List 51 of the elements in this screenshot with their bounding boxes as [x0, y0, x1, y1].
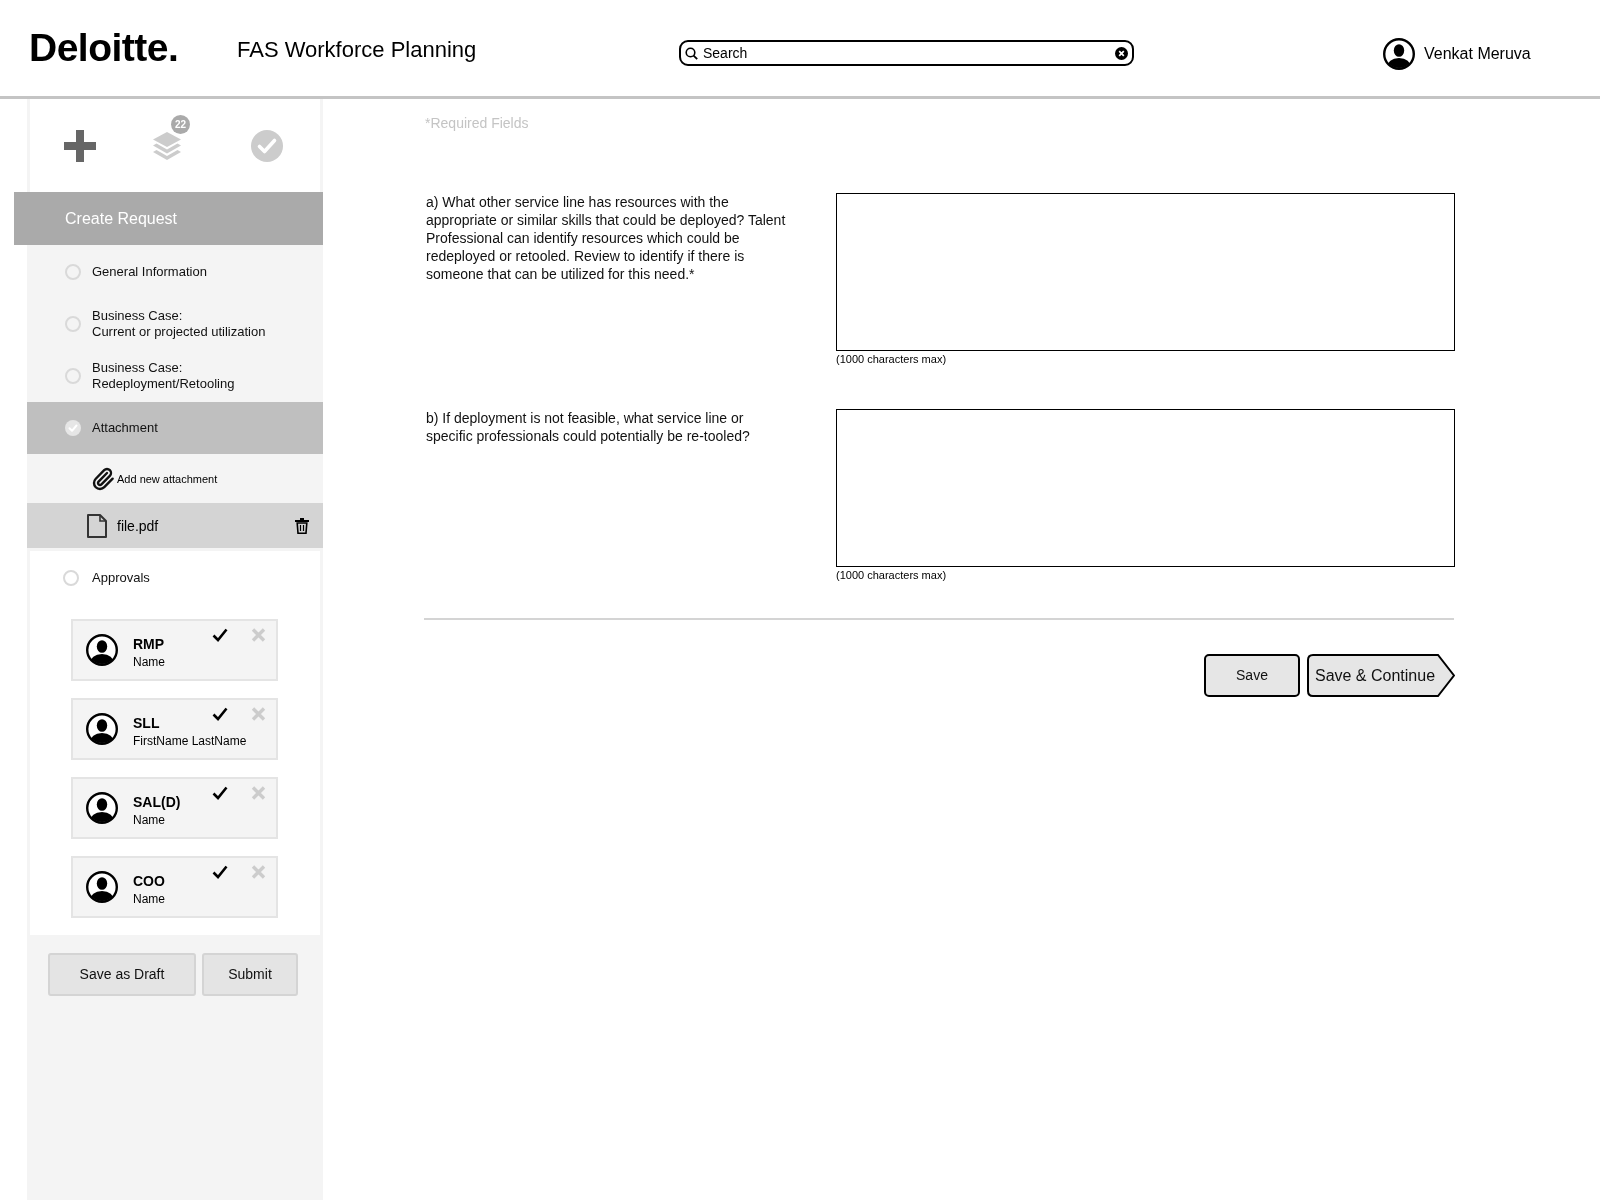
check-icon[interactable]	[212, 786, 228, 800]
step-item[interactable]: General Information	[27, 246, 323, 298]
approver-role: SAL(D)	[133, 794, 181, 811]
search-icon	[685, 46, 698, 60]
avatar-icon	[86, 634, 118, 666]
avatar-icon	[86, 713, 118, 745]
step-item[interactable]: Attachment	[27, 402, 323, 454]
paperclip-icon	[91, 466, 115, 491]
step-item[interactable]: Business Case: Current or projected utilization	[27, 298, 323, 350]
approver-name: Name	[133, 813, 165, 828]
save-draft-button[interactable]: Save as Draft	[48, 953, 196, 996]
app-title: FAS Workforce Planning	[237, 36, 477, 62]
file-name: file.pdf	[117, 516, 159, 535]
user-name: Venkat Meruva	[1424, 44, 1531, 64]
section-title-bar: Create Request	[14, 192, 323, 245]
required-note: *Required Fields	[424, 115, 529, 131]
clear-icon[interactable]	[1115, 46, 1128, 60]
step-item[interactable]: Business Case: Redeployment/Retooling	[27, 350, 323, 402]
document-icon	[87, 513, 107, 538]
approver-name: Name	[133, 655, 165, 670]
approver-role: RMP	[133, 636, 165, 653]
search-field[interactable]: Search	[679, 40, 1134, 66]
approver-name: Name	[133, 892, 165, 907]
avatar-icon	[86, 792, 118, 824]
question-text: a) What other service line has resources with the appropriate or similar skills that could be deployed? Talent Professional can identify resources which could be redeployed or retooled. Review to identify if there is someone that can be utilized for this need.*	[426, 193, 787, 283]
question-text: b) If deployment is not feasible, what service line or specific professionals could potentially be re-tooled?	[426, 409, 751, 445]
check-circle-icon[interactable]	[251, 129, 283, 162]
approver-name: FirstName LastName	[133, 734, 247, 749]
step-item[interactable]: Approvals	[30, 551, 320, 605]
submit-button[interactable]: Submit	[202, 953, 298, 996]
char-limit-hint: (1000 characters max)	[836, 352, 947, 366]
check-icon[interactable]	[212, 707, 228, 721]
trash-icon[interactable]	[295, 517, 309, 534]
char-limit-hint: (1000 characters max)	[836, 568, 947, 582]
avatar-icon	[86, 871, 118, 903]
layers-icon[interactable]	[151, 129, 183, 162]
add-attachment-button[interactable]: Add new attachment	[91, 466, 218, 491]
check-icon[interactable]	[212, 865, 228, 879]
plus-icon[interactable]	[64, 129, 96, 162]
cross-icon[interactable]	[251, 865, 266, 879]
cross-icon[interactable]	[251, 786, 266, 800]
approver-role: SLL	[133, 715, 160, 732]
user-avatar-icon	[1383, 38, 1415, 70]
save-button[interactable]: Save	[1204, 654, 1300, 697]
cross-icon[interactable]	[251, 707, 266, 721]
count-badge: 22	[171, 114, 190, 134]
save-continue-button[interactable]: Save & Continue	[1307, 654, 1455, 697]
check-icon[interactable]	[212, 628, 228, 642]
approver-role: COO	[133, 873, 165, 890]
logo: Deloitte.	[29, 26, 179, 69]
cross-icon[interactable]	[251, 628, 266, 642]
